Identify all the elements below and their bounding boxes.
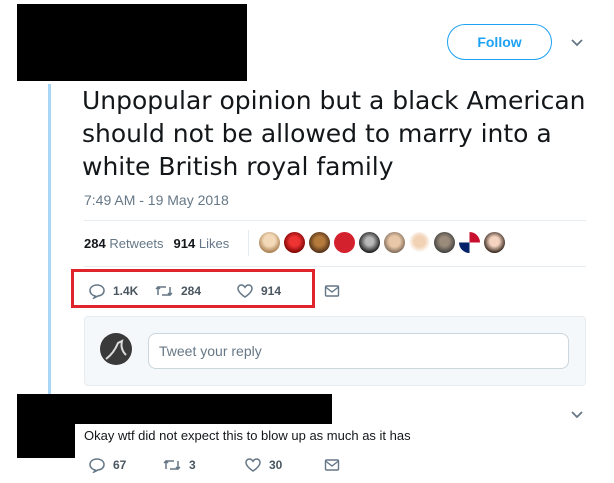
- follow-button[interactable]: Follow: [447, 24, 552, 60]
- retweet-icon: [162, 457, 182, 473]
- direct-message-action[interactable]: [324, 458, 340, 472]
- liker-avatar[interactable]: [309, 232, 330, 253]
- like-action[interactable]: 30: [244, 457, 324, 473]
- redacted-reply-avatar: [17, 394, 75, 458]
- redacted-reply-author: [75, 394, 332, 424]
- retweets-stat[interactable]: 284 Retweets: [84, 236, 164, 251]
- liker-avatar[interactable]: [259, 232, 280, 253]
- liker-avatar[interactable]: [434, 232, 455, 253]
- reply-actions: 67 3 30: [88, 457, 340, 473]
- user-avatar[interactable]: [100, 333, 132, 365]
- reply-action[interactable]: 67: [88, 457, 162, 473]
- redacted-author-header: [17, 4, 247, 81]
- liker-avatar[interactable]: [484, 232, 505, 253]
- tweet-timestamp[interactable]: 7:49 AM - 19 May 2018: [84, 192, 229, 208]
- chevron-down-icon[interactable]: [570, 38, 584, 48]
- tweet-text: Unpopular opinion but a black American s…: [82, 86, 586, 181]
- envelope-icon: [324, 284, 340, 298]
- divider: [248, 230, 249, 256]
- chevron-down-icon[interactable]: [570, 410, 584, 420]
- divider: [84, 266, 586, 267]
- reply-tweet-text: Okay wtf did not expect this to blow up …: [84, 428, 411, 443]
- liker-avatar[interactable]: [409, 232, 430, 253]
- liker-avatar[interactable]: [284, 232, 305, 253]
- reply-count: 67: [113, 458, 127, 472]
- liker-avatars: [259, 232, 505, 253]
- heart-icon: [244, 457, 262, 473]
- direct-message-action[interactable]: [324, 284, 340, 298]
- retweets-label: Retweets: [109, 236, 164, 251]
- like-count: 30: [269, 458, 283, 472]
- retweet-action[interactable]: 3: [162, 457, 244, 473]
- retweets-count: 284: [84, 236, 106, 251]
- likes-stat[interactable]: 914 Likes: [174, 236, 230, 251]
- retweet-count: 3: [189, 458, 196, 472]
- likes-count: 914: [173, 236, 196, 251]
- liker-avatar[interactable]: [334, 232, 355, 253]
- reply-icon: [88, 457, 106, 473]
- actions-highlight-box: [71, 269, 315, 308]
- divider: [84, 220, 586, 221]
- envelope-icon: [324, 458, 340, 472]
- liker-avatar[interactable]: [359, 232, 380, 253]
- tweet-stats: 284 Retweets 914 Likes: [84, 236, 229, 251]
- reply-input[interactable]: Tweet your reply: [148, 333, 569, 369]
- thread-line: [48, 84, 51, 400]
- liker-avatar[interactable]: [384, 232, 405, 253]
- likes-label: Likes: [198, 236, 230, 251]
- liker-avatar[interactable]: [459, 232, 480, 253]
